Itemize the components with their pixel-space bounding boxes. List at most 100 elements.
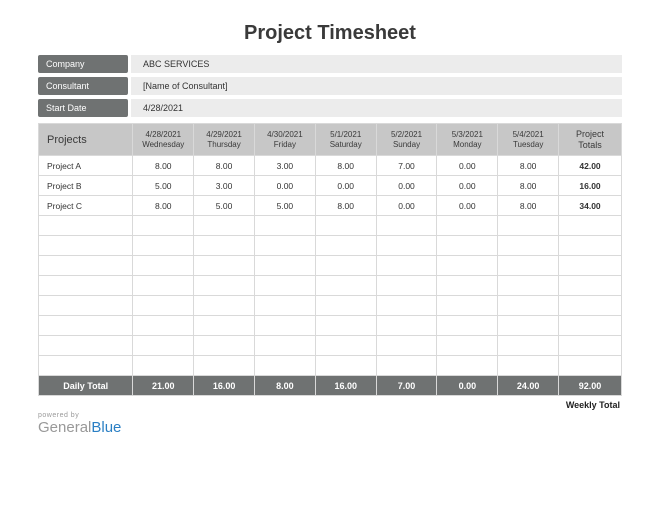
- hours-cell[interactable]: 3.00: [254, 156, 315, 176]
- hours-cell[interactable]: [194, 276, 255, 296]
- hours-cell[interactable]: [437, 276, 498, 296]
- hours-cell[interactable]: [254, 356, 315, 376]
- hours-cell[interactable]: 8.00: [498, 196, 559, 216]
- hours-cell[interactable]: [133, 336, 194, 356]
- hours-cell[interactable]: 5.00: [194, 196, 255, 216]
- hours-cell[interactable]: [376, 276, 437, 296]
- hours-cell[interactable]: [254, 276, 315, 296]
- hours-cell[interactable]: [376, 236, 437, 256]
- hours-cell[interactable]: 8.00: [498, 156, 559, 176]
- hours-cell[interactable]: 8.00: [194, 156, 255, 176]
- project-name-cell[interactable]: [39, 236, 133, 256]
- hours-cell[interactable]: [133, 356, 194, 376]
- hours-cell[interactable]: [133, 316, 194, 336]
- hours-cell[interactable]: 8.00: [133, 156, 194, 176]
- hours-cell[interactable]: [498, 336, 559, 356]
- project-name-cell[interactable]: [39, 336, 133, 356]
- hours-cell[interactable]: 5.00: [133, 176, 194, 196]
- hours-cell[interactable]: [498, 276, 559, 296]
- project-name-cell[interactable]: [39, 356, 133, 376]
- header-project-totals: ProjectTotals: [559, 124, 622, 156]
- hours-cell[interactable]: 8.00: [133, 196, 194, 216]
- startdate-value[interactable]: 4/28/2021: [131, 99, 622, 117]
- hours-cell[interactable]: 0.00: [254, 176, 315, 196]
- row-total-cell: 42.00: [559, 156, 622, 176]
- project-name-cell[interactable]: Project C: [39, 196, 133, 216]
- hours-cell[interactable]: [498, 256, 559, 276]
- hours-cell[interactable]: [254, 316, 315, 336]
- info-row-company: Company ABC SERVICES: [38, 55, 622, 73]
- hours-cell[interactable]: [315, 296, 376, 316]
- hours-cell[interactable]: [315, 236, 376, 256]
- hours-cell[interactable]: [254, 336, 315, 356]
- hours-cell[interactable]: [133, 236, 194, 256]
- hours-cell[interactable]: [498, 216, 559, 236]
- hours-cell[interactable]: 7.00: [376, 156, 437, 176]
- hours-cell[interactable]: [194, 256, 255, 276]
- hours-cell[interactable]: 0.00: [437, 196, 498, 216]
- hours-cell[interactable]: [498, 356, 559, 376]
- hours-cell[interactable]: [376, 356, 437, 376]
- hours-cell[interactable]: [437, 256, 498, 276]
- hours-cell[interactable]: [498, 296, 559, 316]
- hours-cell[interactable]: 8.00: [498, 176, 559, 196]
- hours-cell[interactable]: [315, 336, 376, 356]
- hours-cell[interactable]: [315, 216, 376, 236]
- project-name-cell[interactable]: Project B: [39, 176, 133, 196]
- hours-cell[interactable]: [254, 216, 315, 236]
- hours-cell[interactable]: 0.00: [315, 176, 376, 196]
- hours-cell[interactable]: [254, 236, 315, 256]
- hours-cell[interactable]: [133, 296, 194, 316]
- hours-cell[interactable]: [376, 256, 437, 276]
- hours-cell[interactable]: [437, 316, 498, 336]
- project-name-cell[interactable]: [39, 296, 133, 316]
- header-day-0: 4/28/2021Wednesday: [133, 124, 194, 156]
- hours-cell[interactable]: [437, 236, 498, 256]
- hours-cell[interactable]: [498, 236, 559, 256]
- hours-cell[interactable]: [315, 276, 376, 296]
- hours-cell[interactable]: [437, 336, 498, 356]
- hours-cell[interactable]: [376, 336, 437, 356]
- hours-cell[interactable]: [194, 336, 255, 356]
- hours-cell[interactable]: [194, 216, 255, 236]
- project-name-cell[interactable]: Project A: [39, 156, 133, 176]
- hours-cell[interactable]: 8.00: [315, 156, 376, 176]
- hours-cell[interactable]: [376, 216, 437, 236]
- hours-cell[interactable]: 8.00: [315, 196, 376, 216]
- table-row: [39, 336, 622, 356]
- hours-cell[interactable]: 3.00: [194, 176, 255, 196]
- hours-cell[interactable]: 0.00: [376, 176, 437, 196]
- table-row: [39, 356, 622, 376]
- project-name-cell[interactable]: [39, 276, 133, 296]
- hours-cell[interactable]: [254, 256, 315, 276]
- hours-cell[interactable]: 0.00: [437, 156, 498, 176]
- hours-cell[interactable]: [133, 256, 194, 276]
- hours-cell[interactable]: [437, 356, 498, 376]
- timesheet-table: Projects 4/28/2021Wednesday 4/29/2021Thu…: [38, 123, 622, 396]
- project-name-cell[interactable]: [39, 216, 133, 236]
- hours-cell[interactable]: [194, 316, 255, 336]
- hours-cell[interactable]: [437, 216, 498, 236]
- hours-cell[interactable]: [194, 296, 255, 316]
- hours-cell[interactable]: [194, 356, 255, 376]
- company-value[interactable]: ABC SERVICES: [131, 55, 622, 73]
- hours-cell[interactable]: [376, 316, 437, 336]
- hours-cell[interactable]: 0.00: [437, 176, 498, 196]
- hours-cell[interactable]: [315, 256, 376, 276]
- hours-cell[interactable]: [437, 296, 498, 316]
- hours-cell[interactable]: [133, 216, 194, 236]
- hours-cell[interactable]: [498, 316, 559, 336]
- footer-val-0: 21.00: [133, 376, 194, 396]
- hours-cell[interactable]: [194, 236, 255, 256]
- hours-cell[interactable]: [376, 296, 437, 316]
- project-name-cell[interactable]: [39, 316, 133, 336]
- hours-cell[interactable]: 5.00: [254, 196, 315, 216]
- hours-cell[interactable]: [254, 296, 315, 316]
- header-day-2: 4/30/2021Friday: [254, 124, 315, 156]
- consultant-value[interactable]: [Name of Consultant]: [131, 77, 622, 95]
- hours-cell[interactable]: [315, 356, 376, 376]
- project-name-cell[interactable]: [39, 256, 133, 276]
- hours-cell[interactable]: 0.00: [376, 196, 437, 216]
- hours-cell[interactable]: [315, 316, 376, 336]
- hours-cell[interactable]: [133, 276, 194, 296]
